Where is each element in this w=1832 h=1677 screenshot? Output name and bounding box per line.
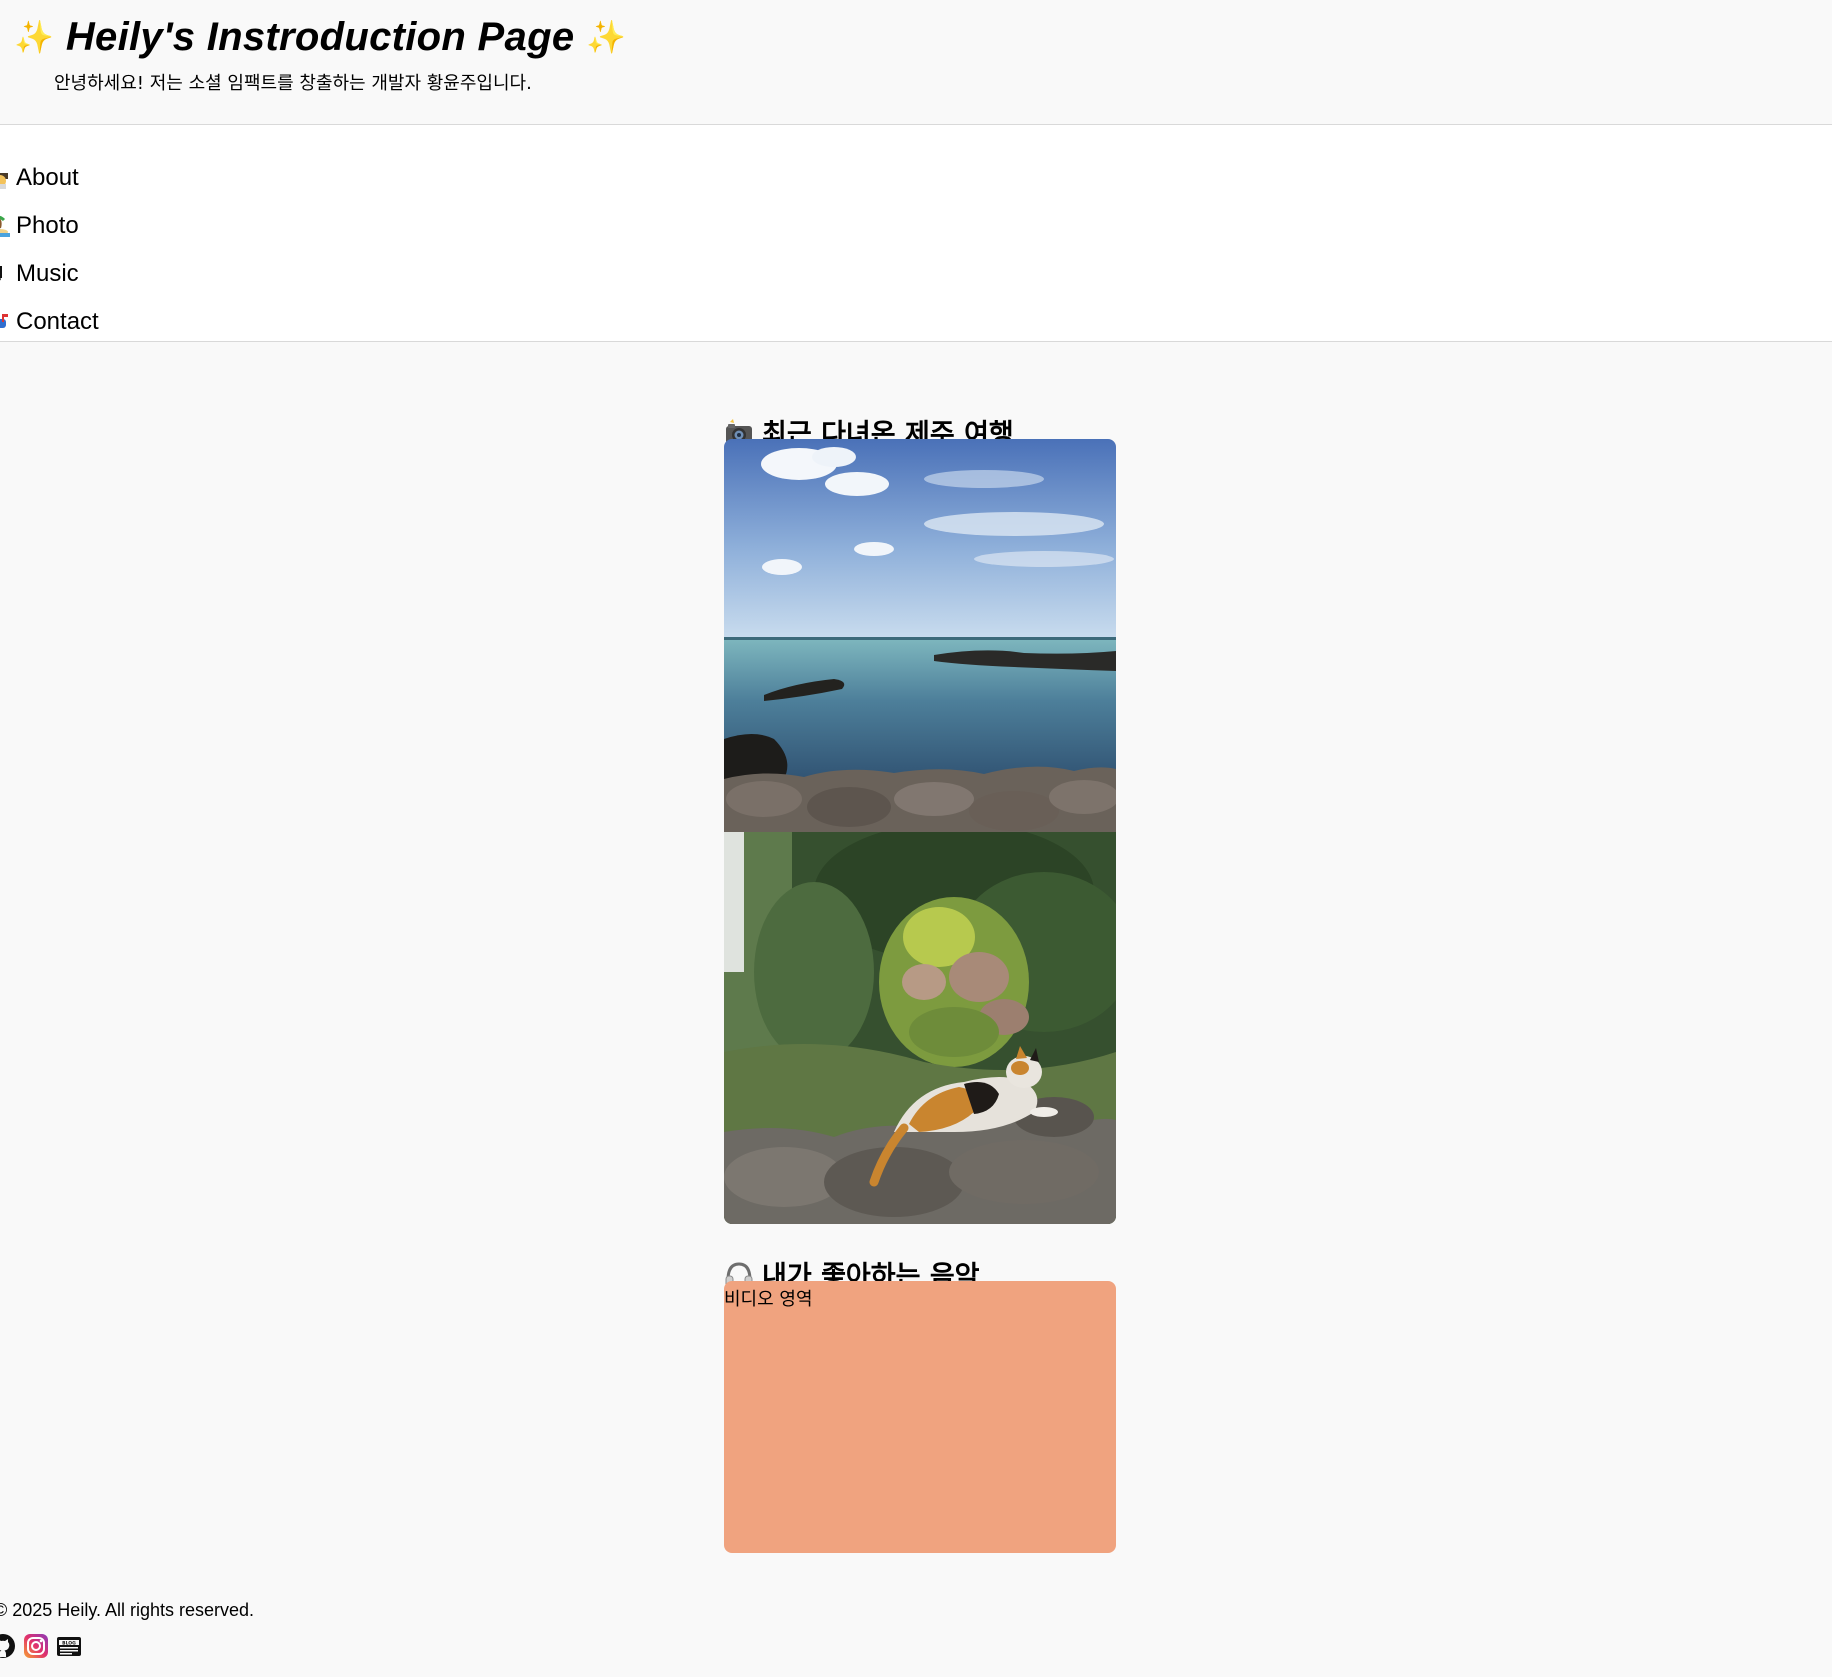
- nav-item-about[interactable]: About: [0, 160, 79, 196]
- copyright-text: © 2025 Heily. All rights reserved.: [0, 1600, 255, 1620]
- instagram-icon[interactable]: [23, 1633, 49, 1659]
- site-header: ✨ Heily's Instroduction Page ✨ 안녕하세요! 저는…: [0, 0, 1832, 125]
- title-row: ✨ Heily's Instroduction Page ✨: [14, 12, 626, 62]
- nav-label-photo: Photo: [16, 212, 79, 239]
- sparkles-icon: ✨: [14, 19, 54, 55]
- svg-text:BLOG: BLOG: [62, 1640, 76, 1646]
- beach-icon: [0, 215, 10, 237]
- nav-label-music: Music: [16, 260, 79, 287]
- blog-icon[interactable]: BLOG: [56, 1633, 82, 1659]
- music-note-icon: [0, 263, 10, 285]
- main-nav: About Photo Music Contact: [0, 125, 1832, 342]
- video-area[interactable]: 비디오 영역: [724, 1281, 1116, 1553]
- jeju-cat-photo: [724, 832, 1116, 1224]
- nav-label-about: About: [16, 164, 79, 191]
- jeju-sea-photo: [724, 439, 1116, 832]
- video-placeholder-text: 비디오 영역: [724, 1289, 813, 1310]
- sparkles-icon: ✨: [586, 19, 627, 55]
- nav-item-contact[interactable]: Contact: [0, 304, 99, 340]
- page-subtitle: 안녕하세요! 저는 소셜 임팩트를 창출하는 개발자 황윤주입니다.: [54, 73, 532, 94]
- page-title: Heily's Instroduction Page: [65, 15, 575, 59]
- page: ✨ Heily's Instroduction Page ✨ 안녕하세요! 저는…: [0, 0, 1832, 1677]
- student-icon: [0, 167, 10, 189]
- nav-item-music[interactable]: Music: [0, 256, 79, 292]
- nav-label-contact: Contact: [16, 308, 99, 335]
- nav-item-photo[interactable]: Photo: [0, 208, 79, 244]
- mailbox-icon: [0, 311, 10, 333]
- github-icon[interactable]: [0, 1633, 16, 1659]
